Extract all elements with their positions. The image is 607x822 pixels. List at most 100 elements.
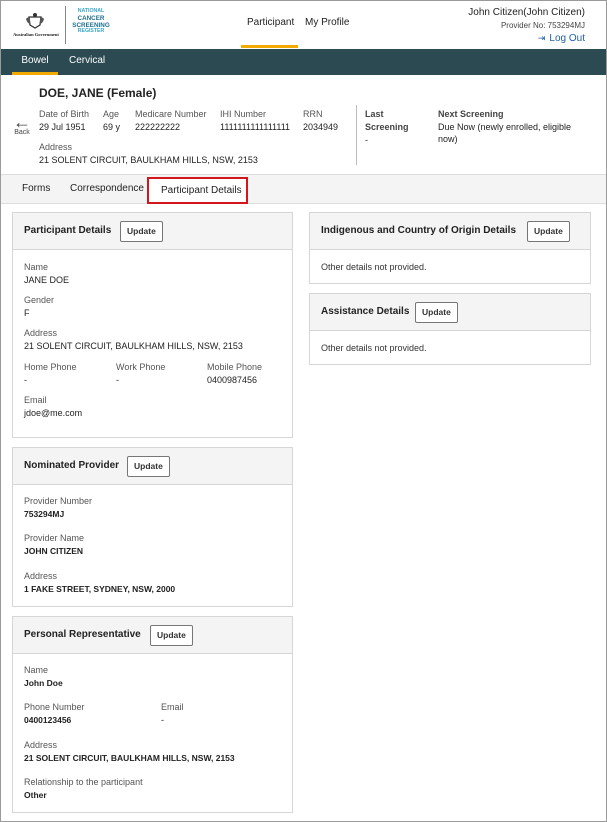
np-provider-number-label: Provider Number — [24, 496, 93, 506]
pr-phone-field: Phone Number 0400123456 — [24, 702, 85, 725]
participant-name: DOE, JANE (Female) — [39, 86, 157, 100]
last-screening-value: - — [365, 135, 368, 145]
ihi-label: IHI Number — [220, 109, 267, 119]
address-label: Address — [39, 142, 73, 152]
assistance-details-card: Assistance Details Update Other details … — [309, 293, 591, 365]
program-tab-bowel[interactable]: Bowel — [12, 49, 58, 75]
nominated-provider-update-button[interactable]: Update — [127, 456, 170, 477]
nav-my-profile[interactable]: My Profile — [305, 17, 349, 28]
back-label: Back — [14, 129, 30, 136]
last-screening-label-line1: Last — [365, 109, 384, 119]
address-field: Address 21 SOLENT CIRCUIT, BAULKHAM HILL… — [39, 142, 258, 165]
participant-tabs: Forms Correspondence Participant Details — [1, 174, 606, 204]
assistance-details-title: Assistance Details — [321, 306, 410, 317]
np-provider-name-field: Provider Name JOHN CITIZEN — [24, 533, 84, 556]
address-value: 21 SOLENT CIRCUIT, BAULKHAM HILLS, NSW, … — [39, 155, 258, 165]
program-tab-cervical[interactable]: Cervical — [69, 49, 105, 75]
ihi-field: IHI Number 1111111111111111 — [220, 109, 290, 132]
logo-divider — [65, 6, 66, 44]
np-provider-name-value: JOHN CITIZEN — [24, 546, 84, 556]
pd-address-field: Address 21 SOLENT CIRCUIT, BAULKHAM HILL… — [24, 328, 243, 351]
tab-forms[interactable]: Forms — [22, 183, 50, 194]
rrn-value: 2034949 — [303, 122, 339, 132]
participant-details-header: Participant Details Update — [13, 213, 292, 250]
logout-icon: ⇥ — [537, 33, 546, 43]
age-value: 69 y — [103, 122, 121, 132]
pr-relationship-value: Other — [24, 790, 47, 800]
dob-label: Date of Birth — [39, 109, 90, 119]
pd-address-value: 21 SOLENT CIRCUIT, BAULKHAM HILLS, NSW, … — [24, 341, 243, 351]
user-box: John Citizen(John Citizen) Provider No: … — [468, 7, 585, 44]
next-screening-value-line1: Due Now (newly enrolled, eligible — [438, 122, 572, 132]
indigenous-details-text: Other details not provided. — [321, 262, 427, 272]
provider-number: Provider No: 753294MJ — [500, 21, 585, 30]
tab-participant-details-label: Participant Details — [161, 185, 242, 196]
pd-work-phone-field: Work Phone - — [116, 362, 165, 385]
pr-relationship-label: Relationship to the participant — [24, 777, 143, 787]
age-label: Age — [103, 109, 120, 119]
pr-email-label: Email — [161, 702, 184, 712]
pd-home-phone-value: - — [24, 375, 27, 385]
ncsr-logo[interactable]: NATIONAL CANCER SCREENING REGISTER — [71, 8, 111, 41]
nav-participant[interactable]: Participant — [247, 17, 294, 28]
pd-name-field: Name JANE DOE — [24, 262, 69, 285]
personal-representative-card: Personal Representative Update Name John… — [12, 616, 293, 813]
pd-home-phone-label: Home Phone — [24, 362, 77, 372]
pr-address-field: Address 21 SOLENT CIRCUIT, BAULKHAM HILL… — [24, 740, 235, 763]
ihi-value: 1111111111111111 — [220, 122, 291, 132]
last-screening-label: Last Screening — [365, 109, 409, 132]
participant-details-update-button[interactable]: Update — [120, 221, 163, 242]
next-screening-label: Next Screening — [438, 109, 504, 119]
age-field: Age 69 y — [103, 109, 120, 132]
personal-representative-title: Personal Representative — [24, 629, 141, 640]
participant-details-title: Participant Details — [24, 225, 112, 236]
pr-name-label: Name — [24, 665, 49, 675]
pd-name-label: Name — [24, 262, 49, 272]
indigenous-details-card: Indigenous and Country of Origin Details… — [309, 212, 591, 284]
pd-mobile-phone-label: Mobile Phone — [207, 362, 263, 372]
pr-address-label: Address — [24, 740, 58, 750]
pr-phone-label: Phone Number — [24, 702, 85, 712]
tab-correspondence[interactable]: Correspondence — [70, 183, 144, 194]
medicare-value: 222222222 — [135, 122, 181, 132]
np-address-label: Address — [24, 571, 58, 581]
participant-banner: ← Back DOE, JANE (Female) Date of Birth … — [1, 75, 606, 173]
participant-details-card: Participant Details Update Name JANE DOE… — [12, 212, 293, 438]
pd-home-phone-field: Home Phone - — [24, 362, 77, 385]
last-screening-field: Last Screening - — [365, 109, 409, 145]
banner-divider — [356, 105, 357, 165]
tab-participant-details[interactable]: Participant Details — [147, 177, 248, 204]
logout-link[interactable]: ⇥ Log Out — [468, 33, 585, 44]
pr-email-field: Email - — [161, 702, 184, 725]
pd-name-value: JANE DOE — [24, 275, 70, 285]
next-screening-field: Next Screening Due Now (newly enrolled, … — [438, 109, 571, 144]
medicare-label: Medicare Number — [135, 109, 207, 119]
pd-address-label: Address — [24, 328, 58, 338]
medicare-field: Medicare Number 222222222 — [135, 109, 207, 132]
nominated-provider-header: Nominated Provider Update — [13, 448, 292, 485]
pd-work-phone-value: - — [116, 375, 119, 385]
personal-representative-update-button[interactable]: Update — [150, 625, 193, 646]
rrn-label: RRN — [303, 109, 323, 119]
back-button[interactable]: ← Back — [11, 113, 33, 136]
coat-of-arms-icon — [26, 13, 44, 29]
np-address-value: 1 FAKE STREET, SYDNEY, NSW, 2000 — [24, 584, 176, 594]
pr-phone-value: 0400123456 — [24, 715, 72, 725]
np-address-field: Address 1 FAKE STREET, SYDNEY, NSW, 2000 — [24, 571, 175, 594]
assistance-details-update-button[interactable]: Update — [415, 302, 458, 323]
australian-government-logo[interactable]: Australian Government — [11, 7, 61, 43]
pr-name-value: John Doe — [24, 678, 63, 688]
logout-label: Log Out — [549, 33, 585, 44]
ncsr-logo-line2: CANCER SCREENING — [72, 14, 110, 29]
pd-gender-label: Gender — [24, 295, 55, 305]
pd-email-label: Email — [24, 395, 47, 405]
np-provider-number-field: Provider Number 753294MJ — [24, 496, 92, 519]
next-screening-value-line2: now) — [438, 134, 458, 144]
government-label: Australian Government — [13, 32, 59, 37]
indigenous-details-title: Indigenous and Country of Origin Details — [321, 225, 517, 236]
nominated-provider-card: Nominated Provider Update Provider Numbe… — [12, 447, 293, 607]
pd-mobile-phone-value: 0400987456 — [207, 375, 258, 385]
ncsr-logo-line3: REGISTER — [77, 27, 105, 34]
indigenous-details-update-button[interactable]: Update — [527, 221, 570, 242]
pd-mobile-phone-field: Mobile Phone 0400987456 — [207, 362, 262, 385]
